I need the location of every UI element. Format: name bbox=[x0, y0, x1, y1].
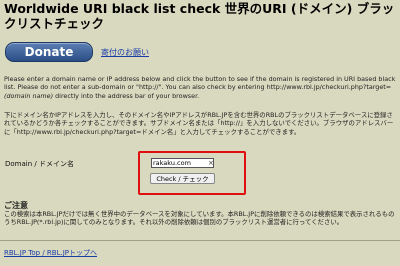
intro-japanese: 下にドメイン名かIPアドレスを入力し、そのドメイン名やIPアドレスがRBL.JP… bbox=[4, 111, 394, 136]
donate-link[interactable]: 寄付のお願い bbox=[101, 47, 149, 58]
notice-section: ご注意 この検索は本RBL.JPだけでは無く世界中のデータベースを対象にしていま… bbox=[4, 201, 396, 226]
intro-english-part2: directly into the address bar of your br… bbox=[53, 91, 200, 100]
domain-input[interactable] bbox=[151, 158, 214, 168]
domain-label: Domain / ドメイン名 bbox=[5, 160, 74, 168]
check-button[interactable]: Check / チェック bbox=[150, 173, 215, 184]
footer-top-link[interactable]: RBL.JP Top / RBL.JPトップへ bbox=[4, 249, 97, 257]
notice-heading: ご注意 bbox=[4, 201, 28, 210]
footer-divider bbox=[0, 240, 400, 241]
donate-button[interactable]: Donate bbox=[5, 42, 93, 62]
notice-body: この検索は本RBL.JPだけでは無く世界中のデータベースを対象にしています。本R… bbox=[4, 210, 395, 226]
page: Worldwide URI black list check 世界のURI (ド… bbox=[0, 0, 400, 266]
intro-english-var: (domain name) bbox=[4, 91, 54, 100]
page-title: Worldwide URI black list check 世界のURI (ド… bbox=[4, 1, 395, 31]
clear-input-icon[interactable]: × bbox=[208, 158, 214, 168]
intro-english: Please enter a domain name or IP address… bbox=[4, 75, 396, 100]
footer-links: RBL.JP Top / RBL.JPトップへ bbox=[4, 248, 97, 258]
donate-row: Donate 寄付のお願い bbox=[5, 42, 149, 62]
intro-english-part1: Please enter a domain name or IP address… bbox=[4, 75, 396, 92]
